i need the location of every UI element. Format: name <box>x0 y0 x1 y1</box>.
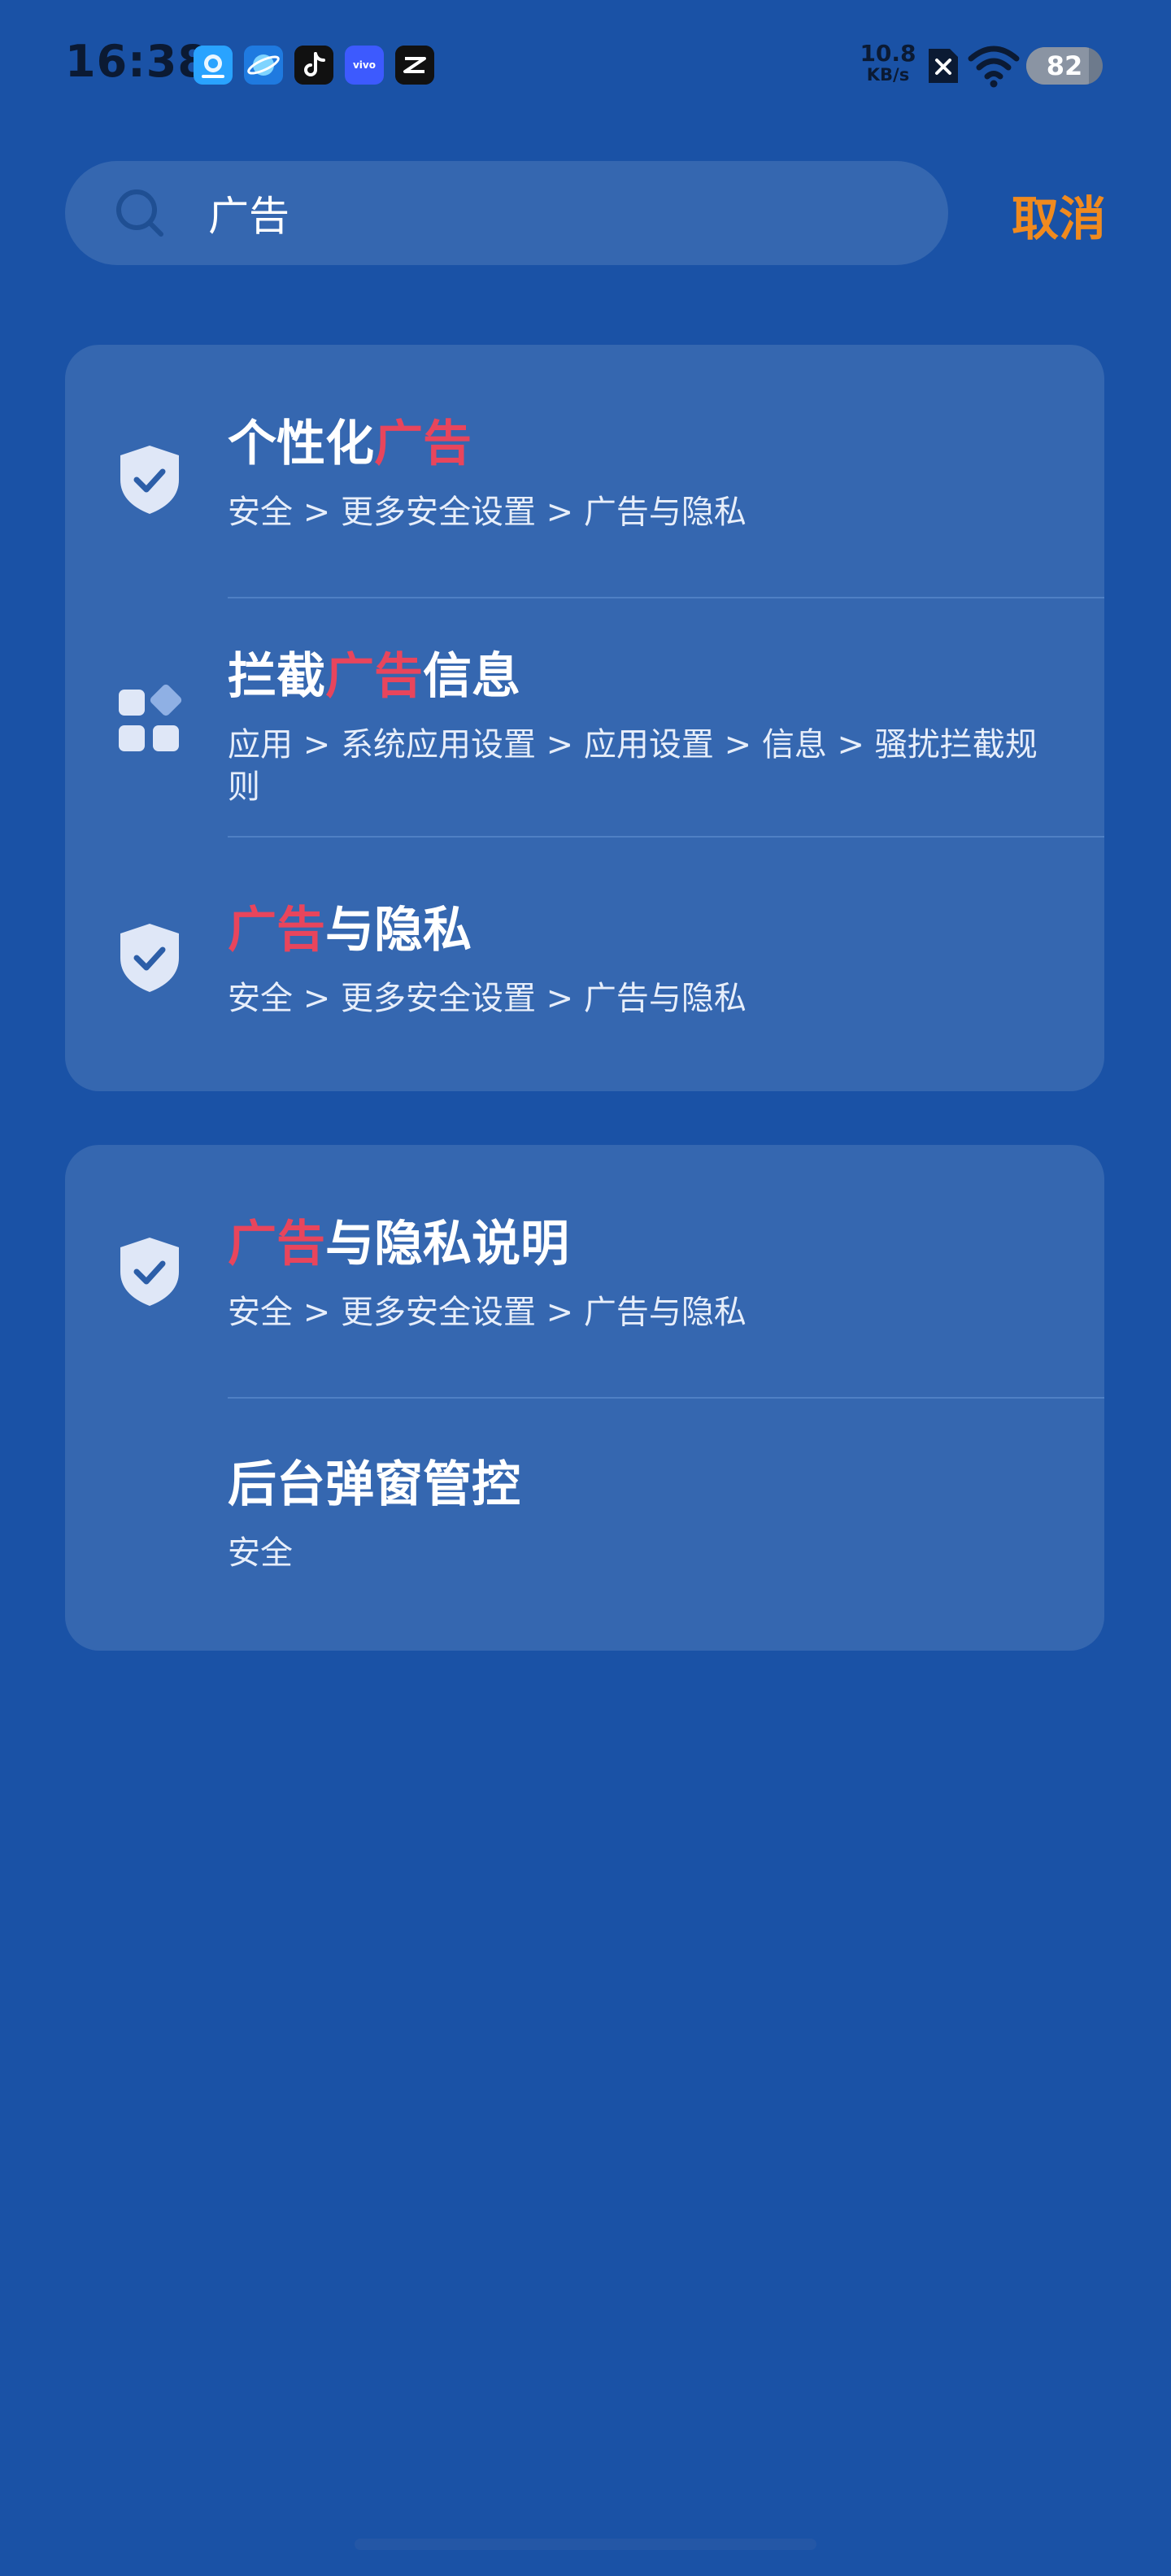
vivo-app-icon: vivo <box>345 46 384 85</box>
result-item-ads-and-privacy[interactable]: 广告与隐私 安全 > 更多安全设置 > 广告与隐私 <box>65 838 1104 1091</box>
network-speed: 10.8 KB/s <box>855 42 921 84</box>
network-speed-value: 10.8 <box>860 40 916 67</box>
battery-indicator: 82 <box>1026 47 1103 85</box>
result-title: 广告与隐私说明 <box>228 1215 569 1273</box>
home-indicator[interactable] <box>355 2539 816 2550</box>
result-title: 广告与隐私 <box>228 901 472 959</box>
results-card: 广告与隐私说明 安全 > 更多安全设置 > 广告与隐私 后台弹窗管控 安全 <box>65 1145 1104 1651</box>
result-item-background-popup-control[interactable]: 后台弹窗管控 安全 <box>65 1399 1104 1651</box>
result-title-highlight: 广告 <box>228 1216 325 1273</box>
results-card: 个性化广告 安全 > 更多安全设置 > 广告与隐私 拦截广告信息 应用 > 系统… <box>65 345 1104 1091</box>
shield-check-icon <box>120 924 179 992</box>
result-path: 安全 > 更多安全设置 > 广告与隐私 <box>228 494 747 531</box>
result-title-highlight: 广告 <box>374 416 472 472</box>
result-title: 拦截广告信息 <box>228 647 520 706</box>
network-speed-unit: KB/s <box>866 65 910 85</box>
result-title-highlight: 广告 <box>228 902 325 959</box>
cancel-button[interactable]: 取消 <box>992 181 1106 246</box>
apps-grid-icon <box>119 684 182 751</box>
result-title-highlight: 广告 <box>325 648 423 705</box>
planet-app-icon <box>244 46 283 85</box>
result-title: 个性化广告 <box>228 415 472 473</box>
shield-check-icon <box>120 446 179 514</box>
result-title-text: 与隐私说明 <box>325 1216 569 1273</box>
capcut-app-icon <box>395 46 434 85</box>
result-title-text: 后台弹窗管控 <box>228 1456 520 1513</box>
result-path: 安全 <box>228 1534 293 1572</box>
result-title-text: 个性化 <box>228 416 374 472</box>
search-bar[interactable] <box>65 161 948 265</box>
sim-off-icon <box>929 49 958 83</box>
result-item-personalized-ads[interactable]: 个性化广告 安全 > 更多安全设置 > 广告与隐私 <box>65 345 1104 594</box>
notification-app-icons: vivo <box>194 46 434 85</box>
wifi-icon <box>968 46 1020 88</box>
battery-level: 82 <box>1046 50 1083 81</box>
result-title-text: 拦截 <box>228 648 325 705</box>
tiktok-app-icon <box>294 46 333 85</box>
result-path: 安全 > 更多安全设置 > 广告与隐私 <box>228 1294 747 1331</box>
shield-check-icon <box>120 1238 179 1306</box>
search-input[interactable] <box>208 177 908 249</box>
search-icon <box>116 189 163 237</box>
status-time: 16:38 <box>65 36 209 87</box>
result-item-ads-privacy-notice[interactable]: 广告与隐私说明 安全 > 更多安全设置 > 广告与隐私 <box>65 1145 1104 1397</box>
result-title-text: 与隐私 <box>325 902 472 959</box>
result-path: 安全 > 更多安全设置 > 广告与隐私 <box>228 980 747 1017</box>
browser-app-icon <box>194 46 233 85</box>
result-title-text: 信息 <box>423 648 520 705</box>
result-item-block-ad-messages[interactable]: 拦截广告信息 应用 > 系统应用设置 > 应用设置 > 信息 > 骚扰拦截规则 <box>65 598 1104 838</box>
result-title: 后台弹窗管控 <box>228 1456 520 1514</box>
status-bar: 16:38 vivo 10.8 KB/s 82 <box>0 0 1171 130</box>
result-path: 应用 > 系统应用设置 > 应用设置 > 信息 > 骚扰拦截规则 <box>228 726 1038 806</box>
